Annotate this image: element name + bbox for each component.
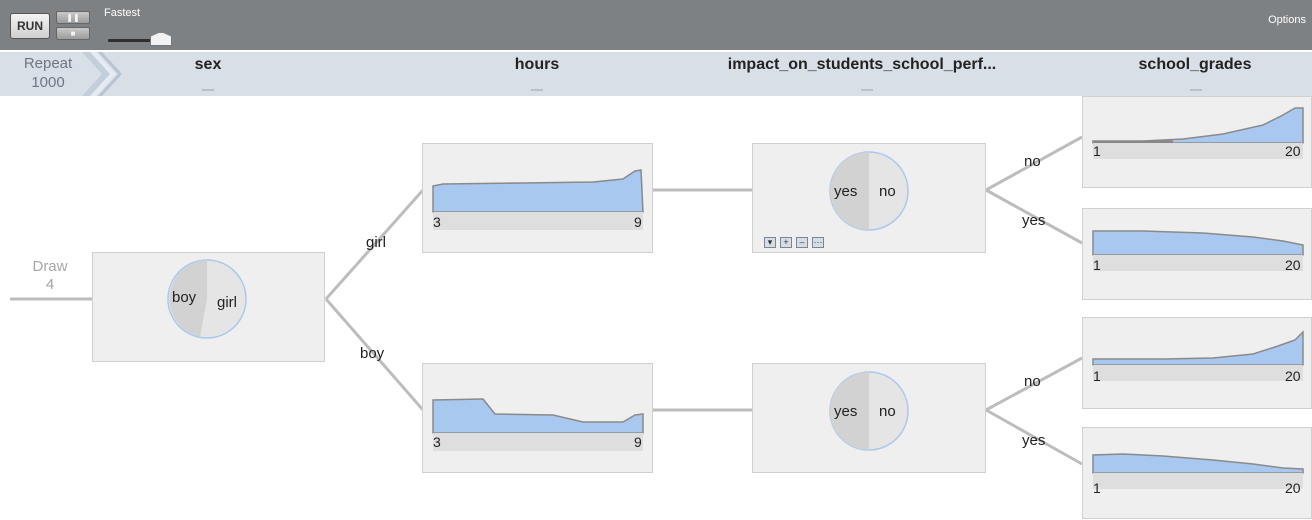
- branch-label-no: no: [1024, 153, 1041, 170]
- axis-max-label: 9: [634, 434, 642, 450]
- axis-max-label: 20: [1285, 480, 1301, 496]
- pie-label-no: no: [879, 183, 896, 200]
- add-button[interactable]: +: [780, 237, 792, 248]
- remove-button[interactable]: –: [796, 237, 808, 248]
- impact-pie: [829, 371, 909, 451]
- branch-label-girl: girl: [366, 234, 387, 251]
- grades-node-girl-no[interactable]: 1 20: [1082, 96, 1312, 188]
- axis-min-label: 1: [1093, 257, 1101, 273]
- branch-label-no: no: [1024, 373, 1041, 390]
- branch-label-boy: boy: [360, 345, 385, 362]
- axis-max-label: 20: [1285, 368, 1301, 384]
- axis-max-label: 20: [1285, 143, 1301, 159]
- hours-density-plot: [432, 398, 644, 451]
- axis-min-label: 3: [433, 214, 441, 230]
- dropdown-icon: ▾: [767, 237, 773, 247]
- pie-label-girl: girl: [217, 294, 238, 311]
- axis-min-label: 3: [433, 434, 441, 450]
- grades-density-plot: [1092, 453, 1304, 489]
- minus-icon: –: [799, 237, 805, 247]
- grades-density-plot: [1092, 107, 1304, 159]
- grades-node-boy-yes[interactable]: 1 20: [1082, 427, 1312, 519]
- grades-density-plot: [1092, 330, 1304, 381]
- pie-label-boy: boy: [172, 289, 197, 306]
- hours-density-plot: [432, 169, 644, 230]
- axis-min-label: 1: [1093, 143, 1101, 159]
- impact-node-girl[interactable]: yes no ▾ + – ···: [752, 143, 986, 253]
- plus-icon: +: [783, 237, 789, 247]
- grades-density-plot: [1092, 230, 1304, 271]
- more-icon: ···: [813, 237, 823, 247]
- sex-node[interactable]: boy girl: [92, 252, 325, 362]
- pie-label-no: no: [879, 403, 896, 420]
- grades-node-boy-no[interactable]: 1 20: [1082, 317, 1312, 409]
- pie-label-yes: yes: [834, 183, 858, 200]
- draw-control[interactable]: Draw 4: [20, 258, 80, 294]
- impact-node-boy[interactable]: yes no: [752, 363, 986, 473]
- more-button[interactable]: ···: [812, 237, 824, 248]
- grades-node-girl-yes[interactable]: 1 20: [1082, 208, 1312, 300]
- draw-count: 4: [45, 276, 55, 293]
- axis-min-label: 1: [1093, 368, 1101, 384]
- pie-label-yes: yes: [834, 403, 858, 420]
- draw-label: Draw: [32, 258, 68, 275]
- hours-node-girl[interactable]: 3 9: [422, 143, 653, 253]
- branch-label-yes: yes: [1022, 212, 1046, 229]
- branch-label-yes: yes: [1022, 432, 1046, 449]
- sex-pie: [167, 259, 247, 339]
- axis-max-label: 20: [1285, 257, 1301, 273]
- dropdown-button[interactable]: ▾: [764, 237, 776, 248]
- axis-min-label: 1: [1093, 480, 1101, 496]
- axis-max-label: 9: [634, 214, 642, 230]
- hours-node-boy[interactable]: 3 9: [422, 363, 653, 473]
